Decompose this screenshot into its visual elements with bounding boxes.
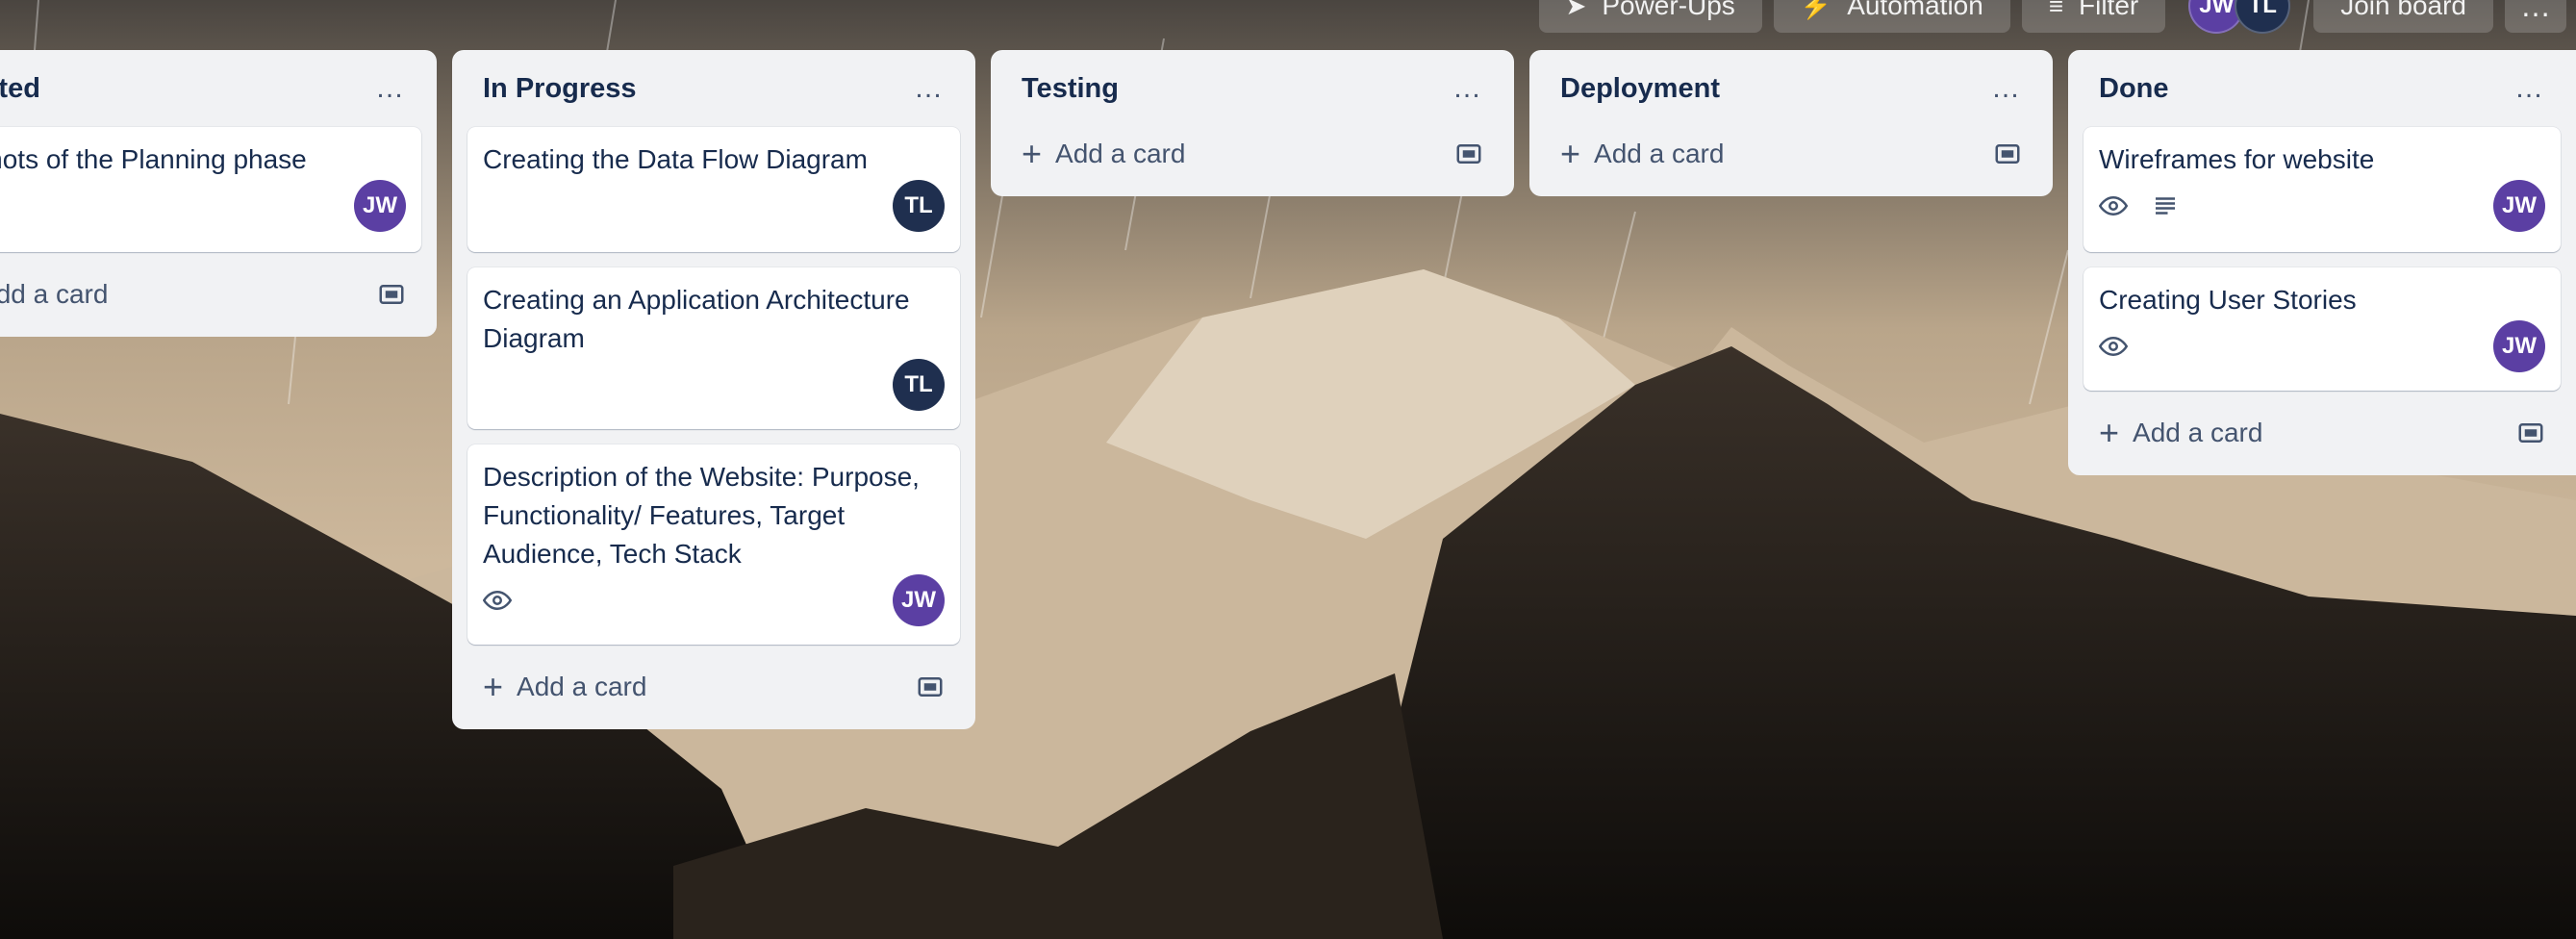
card-template-icon[interactable] — [1993, 140, 2022, 168]
card[interactable]: Description of the Website: Purpose, Fun… — [467, 444, 960, 645]
card-title: Creating an Application Architecture Dia… — [483, 285, 910, 353]
plus-icon: + — [2099, 413, 2120, 452]
list-menu-icon[interactable]: … — [914, 72, 945, 105]
card-template-icon[interactable] — [377, 280, 406, 309]
list-title[interactable]: In Progress — [483, 73, 637, 105]
add-card-button[interactable]: + Add a card — [2084, 406, 2561, 460]
add-card-button[interactable]: + Add a card — [1006, 127, 1499, 181]
filter-icon: ≡ — [2048, 0, 2063, 20]
card-badges — [2099, 191, 2180, 220]
card-title: Creating User Stories — [2099, 285, 2357, 315]
plus-icon: + — [483, 667, 504, 706]
card[interactable]: Creating User Stories JW — [2084, 267, 2561, 391]
card-template-icon[interactable] — [1454, 140, 1483, 168]
card-title: Description of the Website: Purpose, Fun… — [483, 462, 920, 569]
card-badges — [2099, 332, 2128, 361]
plus-icon: + — [1560, 134, 1581, 173]
automation-label: Automation — [1847, 0, 1983, 20]
list-header: In Progress … — [467, 50, 960, 127]
add-card-label: Add a card — [2133, 418, 2263, 447]
list-title[interactable]: Deployment — [1560, 73, 1720, 105]
lightning-icon: ⚡ — [1800, 0, 1832, 20]
avatar[interactable]: TL — [2235, 0, 2291, 34]
list-done[interactable]: Done … Wireframes for website JW Creatin… — [2068, 50, 2576, 475]
card-badges — [483, 586, 512, 615]
add-card-button[interactable]: + Add a card — [1545, 127, 2037, 181]
list-deployment[interactable]: Deployment … + Add a card — [1529, 50, 2053, 196]
board-members: JW TL — [2188, 0, 2291, 34]
list-menu-icon[interactable]: … — [1991, 72, 2022, 105]
list-in-progress[interactable]: In Progress … Creating the Data Flow Dia… — [452, 50, 975, 729]
avatar[interactable]: TL — [893, 359, 945, 411]
list-header: Started … — [0, 50, 421, 127]
card[interactable]: Wireframes for website JW — [2084, 127, 2561, 252]
card[interactable]: Creating an Application Architecture Dia… — [467, 267, 960, 429]
description-icon — [2156, 197, 2175, 215]
card-footer: TL — [483, 179, 945, 233]
add-card-label: Add a card — [1055, 139, 1186, 168]
more-icon: … — [2520, 0, 2551, 23]
power-ups-label: Power-Ups — [1602, 0, 1735, 20]
card-footer: JW — [483, 573, 945, 627]
avatar[interactable]: TL — [893, 180, 945, 232]
card-footer: TL — [483, 358, 945, 412]
list-header: Deployment … — [1545, 50, 2037, 127]
automation-button[interactable]: ⚡ Automation — [1773, 0, 2010, 33]
board-header-actions: ➤ Power-Ups ⚡ Automation ≡ Filter JW TL … — [1538, 0, 2576, 35]
board-menu-button[interactable]: … — [2505, 0, 2566, 33]
list-title[interactable]: Started — [0, 73, 40, 105]
filter-label: Filter — [2079, 0, 2139, 20]
rocket-icon: ➤ — [1565, 0, 1587, 20]
add-card-button[interactable]: + Add a card — [467, 660, 960, 714]
eye-icon — [2099, 336, 2128, 357]
add-card-button[interactable]: + Add a card — [0, 267, 421, 321]
card[interactable]: Creating the Data Flow Diagram TL — [467, 127, 960, 252]
eye-icon — [483, 590, 512, 611]
avatar[interactable]: JW — [354, 180, 406, 232]
power-ups-button[interactable]: ➤ Power-Ups — [1538, 0, 1762, 33]
list-menu-icon[interactable]: … — [1452, 72, 1483, 105]
card-title: enshots of the Planning phase — [0, 144, 307, 174]
filter-button[interactable]: ≡ Filter — [2021, 0, 2166, 33]
join-board-label: Join board — [2340, 0, 2466, 20]
list-header: Testing … — [1006, 50, 1499, 127]
card-title: Creating the Data Flow Diagram — [483, 144, 868, 174]
list-started[interactable]: Started … enshots of the Planning phase … — [0, 50, 437, 337]
plus-icon: + — [1022, 134, 1043, 173]
card-footer: JW — [0, 179, 406, 233]
list-title[interactable]: Done — [2099, 73, 2169, 105]
avatar[interactable]: JW — [893, 574, 945, 626]
card-footer: JW — [2099, 319, 2545, 373]
avatar[interactable]: JW — [2493, 320, 2545, 372]
card[interactable]: enshots of the Planning phase JW — [0, 127, 421, 252]
add-card-label: Add a card — [1594, 139, 1725, 168]
card-template-icon[interactable] — [2516, 419, 2545, 447]
card-footer: JW — [2099, 179, 2545, 233]
list-testing[interactable]: Testing … + Add a card — [991, 50, 1514, 196]
join-board-button[interactable]: Join board — [2313, 0, 2493, 33]
list-menu-icon[interactable]: … — [2514, 72, 2545, 105]
avatar[interactable]: JW — [2493, 180, 2545, 232]
card-title: Wireframes for website — [2099, 144, 2375, 174]
add-card-label: Add a card — [517, 672, 647, 701]
list-menu-icon[interactable]: … — [375, 72, 406, 105]
eye-icon — [2099, 195, 2128, 216]
card-template-icon[interactable] — [916, 673, 945, 701]
list-header: Done … — [2084, 50, 2561, 127]
add-card-label: Add a card — [0, 279, 109, 309]
list-title[interactable]: Testing — [1022, 73, 1119, 105]
